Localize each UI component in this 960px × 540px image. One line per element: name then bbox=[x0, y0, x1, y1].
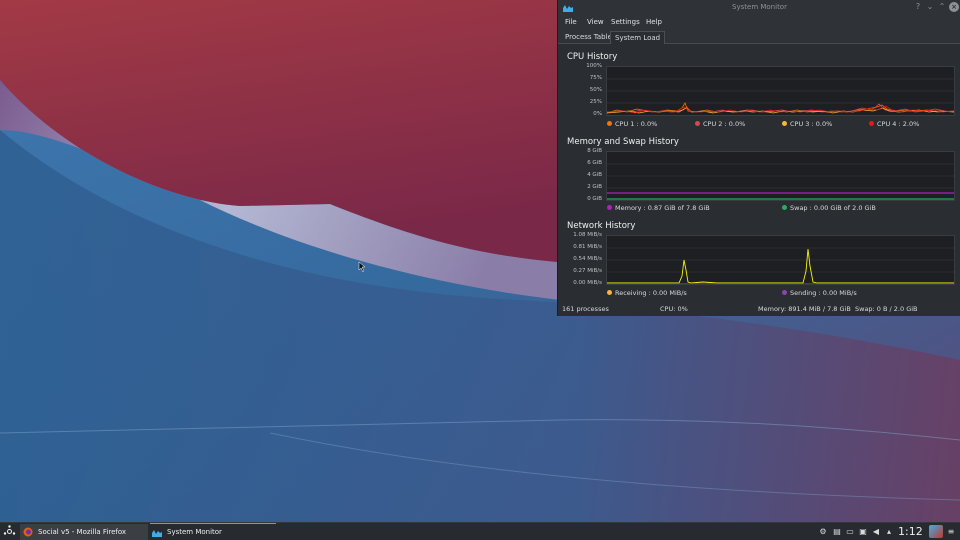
legend-cpu-2: CPU 2 : 0.0% bbox=[695, 120, 745, 128]
memory-y-tick: 8 GiB bbox=[587, 148, 602, 154]
cpu-y-tick: 75% bbox=[589, 75, 602, 81]
menu-file[interactable]: File bbox=[565, 18, 577, 26]
minimize-icon[interactable]: ⌄ bbox=[925, 2, 935, 12]
cpu-4-color-icon bbox=[869, 121, 874, 126]
legend-memory: Memory : 0.87 GiB of 7.8 GiB bbox=[607, 204, 710, 212]
receiving-color-icon bbox=[607, 290, 612, 295]
taskbar: Social v5 - Mozilla Firefox System Monit… bbox=[0, 522, 960, 540]
menu-bar: File View Settings Help bbox=[558, 15, 960, 29]
task-firefox[interactable]: Social v5 - Mozilla Firefox bbox=[20, 524, 148, 540]
tab-system-load[interactable]: System Load bbox=[610, 31, 666, 44]
memory-history-plot bbox=[606, 151, 955, 201]
task-system-monitor[interactable]: System Monitor bbox=[149, 524, 277, 540]
status-memory: Memory: 891.4 MiB / 7.8 GiB bbox=[758, 305, 851, 313]
clipboard-tray-icon[interactable]: ▤ bbox=[832, 527, 842, 537]
cpu-y-tick: 50% bbox=[589, 87, 602, 93]
cpu-3-color-icon bbox=[782, 121, 787, 126]
cpu-history-plot bbox=[606, 66, 955, 116]
sending-color-icon bbox=[782, 290, 787, 295]
system-monitor-icon bbox=[152, 530, 162, 537]
receiving-line bbox=[607, 248, 954, 284]
menu-view[interactable]: View bbox=[587, 18, 604, 26]
window-titlebar[interactable]: System Monitor ? ⌄ ⌃ × bbox=[558, 0, 960, 15]
cpu-y-tick: 0% bbox=[593, 111, 602, 117]
show-desktop-icon[interactable] bbox=[929, 525, 943, 538]
network-y-tick: 0.27 MiB/s bbox=[573, 268, 602, 274]
memory-history-title: Memory and Swap History bbox=[567, 137, 679, 147]
cpu-2-color-icon bbox=[695, 121, 700, 126]
lock-tray-icon[interactable]: ▣ bbox=[858, 527, 868, 537]
system-monitor-window: System Monitor ? ⌄ ⌃ × File View Setting… bbox=[557, 0, 960, 316]
application-launcher-icon[interactable] bbox=[3, 525, 16, 538]
close-icon[interactable]: × bbox=[949, 2, 959, 12]
memory-y-tick: 2 GiB bbox=[587, 184, 602, 190]
network-history-title: Network History bbox=[567, 221, 636, 231]
tab-bar: Process Table System Load bbox=[558, 29, 960, 44]
status-cpu: CPU: 0% bbox=[660, 305, 688, 313]
cpu-history-title: CPU History bbox=[567, 52, 618, 62]
menu-settings[interactable]: Settings bbox=[611, 18, 640, 26]
cpu-1-color-icon bbox=[607, 121, 612, 126]
memory-y-tick: 0 GiB bbox=[587, 196, 602, 202]
legend-cpu-1: CPU 1 : 0.0% bbox=[607, 120, 657, 128]
memory-y-tick: 4 GiB bbox=[587, 172, 602, 178]
status-processes: 161 processes bbox=[562, 305, 609, 313]
settings-tray-icon[interactable]: ⚙ bbox=[818, 527, 828, 537]
help-icon[interactable]: ? bbox=[913, 2, 923, 12]
legend-sending: Sending : 0.00 MiB/s bbox=[782, 289, 857, 297]
clock[interactable]: 1:12 bbox=[898, 525, 923, 538]
window-title: System Monitor bbox=[732, 3, 787, 11]
expand-tray-icon[interactable]: ▴ bbox=[884, 527, 894, 537]
memory-color-icon bbox=[607, 205, 612, 210]
cpu-y-tick: 100% bbox=[586, 63, 602, 69]
network-history-plot bbox=[606, 235, 955, 285]
task-active-indicator bbox=[150, 523, 276, 524]
legend-receiving: Receiving : 0.00 MiB/s bbox=[607, 289, 687, 297]
task-label: System Monitor bbox=[167, 528, 222, 536]
legend-swap: Swap : 0.00 GiB of 2.0 GiB bbox=[782, 204, 876, 212]
network-y-tick: 0.81 MiB/s bbox=[573, 244, 602, 250]
network-y-tick: 0.54 MiB/s bbox=[573, 256, 602, 262]
legend-cpu-3: CPU 3 : 0.0% bbox=[782, 120, 832, 128]
task-label: Social v5 - Mozilla Firefox bbox=[38, 528, 127, 536]
panel-menu-icon[interactable]: ≡ bbox=[946, 527, 956, 537]
volume-tray-icon[interactable]: ◀ bbox=[871, 527, 881, 537]
memory-y-tick: 6 GiB bbox=[587, 160, 602, 166]
tab-process-table[interactable]: Process Table bbox=[561, 31, 616, 44]
firefox-icon bbox=[23, 527, 33, 537]
swap-color-icon bbox=[782, 205, 787, 210]
network-y-tick: 0.00 MiB/s bbox=[573, 280, 602, 286]
network-y-tick: 1.08 MiB/s bbox=[573, 232, 602, 238]
cpu-y-tick: 25% bbox=[589, 99, 602, 105]
status-swap: Swap: 0 B / 2.0 GiB bbox=[855, 305, 918, 313]
legend-cpu-4: CPU 4 : 2.0% bbox=[869, 120, 919, 128]
maximize-icon[interactable]: ⌃ bbox=[937, 2, 947, 12]
display-tray-icon[interactable]: ▭ bbox=[845, 527, 855, 537]
menu-help[interactable]: Help bbox=[646, 18, 662, 26]
